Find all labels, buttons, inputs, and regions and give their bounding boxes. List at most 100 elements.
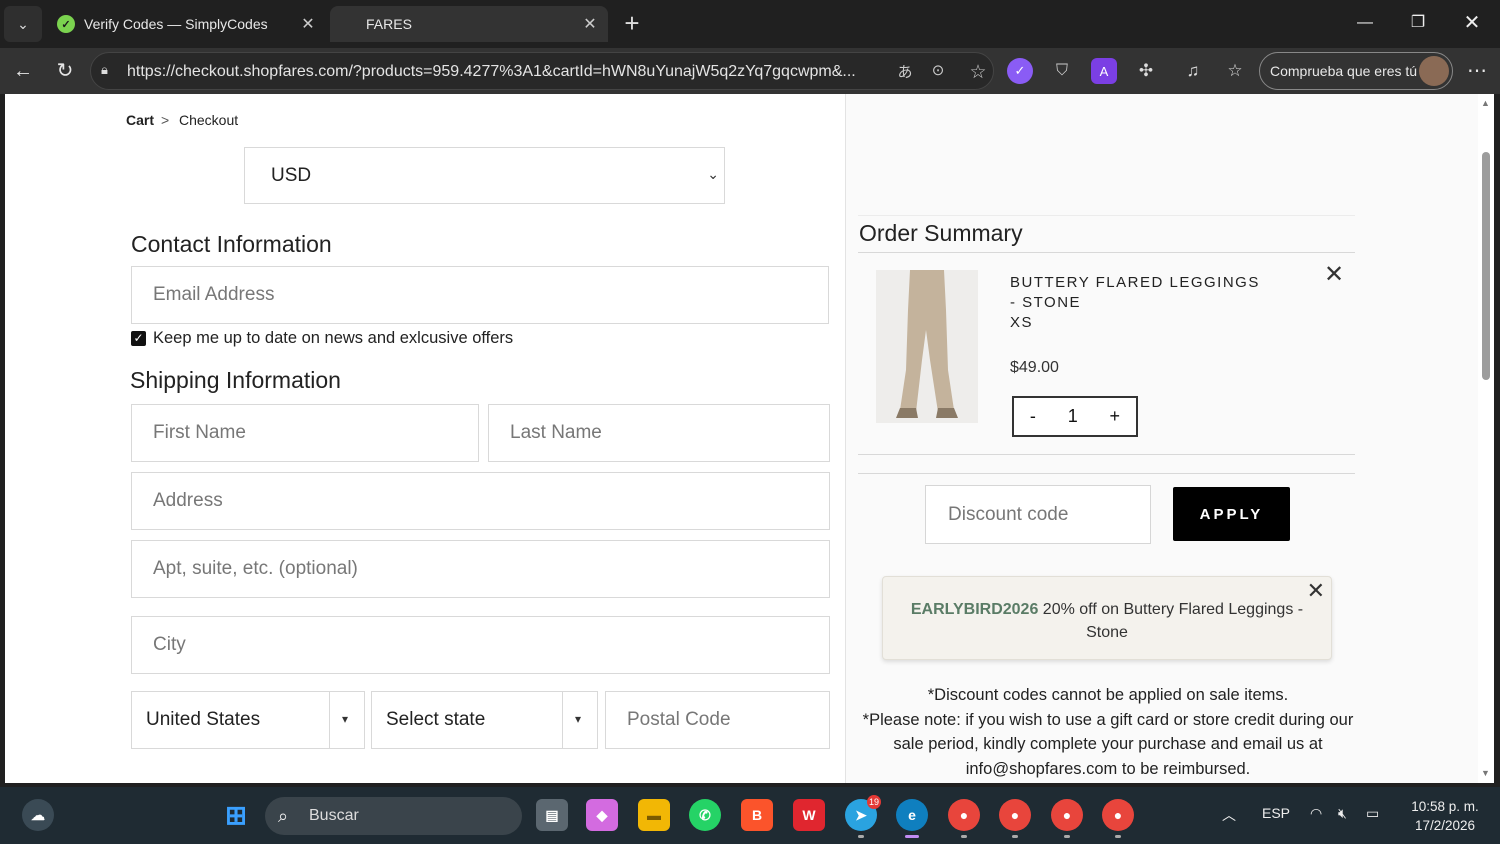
language-indicator[interactable]: ESP bbox=[1262, 805, 1290, 821]
settings-more-icon[interactable]: ⋯ bbox=[1462, 56, 1492, 86]
remove-item-close-icon[interactable]: ✕ bbox=[1324, 260, 1344, 289]
first-name-field[interactable]: First Name bbox=[131, 404, 479, 462]
close-tab-icon[interactable]: ✕ bbox=[578, 14, 602, 34]
extension-a-icon[interactable]: A bbox=[1091, 58, 1117, 84]
apt-field[interactable]: Apt, suite, etc. (optional) bbox=[131, 540, 830, 598]
profile-button[interactable]: Comprueba que eres tú bbox=[1259, 52, 1453, 90]
divider bbox=[858, 454, 1355, 455]
tab-fares[interactable]: FARES ✕ bbox=[330, 6, 608, 42]
translate-icon[interactable]: あ bbox=[893, 61, 917, 83]
close-window-button[interactable]: ✕ bbox=[1452, 8, 1492, 38]
taskbar: ☁ ⊞ ⌕ Buscar ▤ ◆ ▬ ✆ B W ➤ 19 e ● ● ● ● ︿… bbox=[0, 787, 1500, 844]
chrome-icon[interactable]: ● bbox=[948, 799, 980, 838]
city-placeholder: City bbox=[153, 634, 186, 655]
toolbar: ← ↻ 🔒︎ https://checkout.shopfares.com/?p… bbox=[0, 48, 1500, 94]
scrollbar-thumb[interactable] bbox=[1482, 152, 1490, 380]
task-view-icon[interactable]: ▤ bbox=[536, 799, 568, 831]
running-indicator bbox=[858, 835, 864, 838]
favorites-icon[interactable]: ☆ bbox=[1222, 58, 1248, 84]
email-field[interactable]: Email Address bbox=[131, 266, 829, 324]
avatar bbox=[1419, 56, 1449, 86]
newsletter-checkbox[interactable]: ✓ bbox=[131, 331, 146, 346]
running-indicator bbox=[1012, 835, 1018, 838]
increase-quantity-button[interactable]: + bbox=[1110, 406, 1121, 427]
quantity-stepper: - 1 + bbox=[1012, 396, 1138, 437]
telegram-icon[interactable]: ➤ 19 bbox=[845, 795, 881, 838]
close-tab-icon[interactable]: ✕ bbox=[296, 14, 320, 34]
back-icon[interactable]: ← bbox=[8, 56, 38, 86]
brave-icon[interactable]: B bbox=[741, 799, 773, 831]
apply-button[interactable]: APPLY bbox=[1173, 487, 1290, 541]
chrome-icon[interactable]: ● bbox=[1051, 799, 1083, 838]
whatsapp-icon[interactable]: ✆ bbox=[689, 799, 721, 831]
shield-icon[interactable]: ⛉ bbox=[1049, 58, 1075, 84]
tab-simplycodes[interactable]: ✓ Verify Codes — SimplyCodes ✕ bbox=[48, 6, 326, 42]
state-select[interactable]: Select state ▾ bbox=[371, 691, 598, 749]
order-summary-title: Order Summary bbox=[859, 220, 1023, 246]
city-field[interactable]: City bbox=[131, 616, 830, 674]
media-control-icon[interactable]: ♫ bbox=[1180, 58, 1206, 84]
url-text[interactable]: https://checkout.shopfares.com/?products… bbox=[127, 63, 879, 81]
email-placeholder: Email Address bbox=[153, 284, 275, 305]
close-promo-icon[interactable]: ✕ bbox=[1307, 579, 1325, 602]
running-indicator bbox=[961, 835, 967, 838]
page-content: Cart > Checkout USD ⌄ Contact Informatio… bbox=[5, 94, 1478, 783]
battery-icon[interactable]: ▭ bbox=[1366, 805, 1379, 822]
breadcrumb-checkout: Checkout bbox=[179, 112, 239, 128]
chrome-icon[interactable]: ● bbox=[1102, 799, 1134, 838]
country-select[interactable]: United States ▾ bbox=[131, 691, 365, 749]
postal-code-field[interactable]: Postal Code bbox=[605, 691, 830, 749]
decrease-quantity-button[interactable]: - bbox=[1030, 406, 1036, 427]
edge-browser-icon[interactable]: e bbox=[896, 799, 928, 838]
taskbar-search[interactable]: ⌕ Buscar bbox=[265, 797, 522, 835]
dropdown-caret-icon: ▾ bbox=[575, 712, 582, 726]
address-field[interactable]: Address bbox=[131, 472, 830, 530]
clock[interactable]: 10:58 p. m. 17/2/2026 bbox=[1400, 797, 1490, 835]
new-tab-button[interactable]: + bbox=[618, 10, 646, 38]
running-indicator bbox=[1064, 835, 1070, 838]
discount-code-input[interactable]: Discount code bbox=[925, 485, 1151, 544]
page-scrollbar[interactable]: ▲ ▼ bbox=[1478, 94, 1494, 783]
note-line: *Please note: if you wish to use a gift … bbox=[862, 710, 1354, 778]
extensions-puzzle-icon[interactable]: ✣ bbox=[1133, 58, 1159, 84]
running-indicator bbox=[1115, 835, 1121, 838]
select-divider bbox=[329, 692, 330, 748]
apt-placeholder: Apt, suite, etc. (optional) bbox=[153, 558, 358, 579]
address-bar[interactable]: 🔒︎ https://checkout.shopfares.com/?produ… bbox=[90, 52, 994, 90]
file-explorer-icon[interactable]: ▬ bbox=[638, 799, 670, 831]
product-image bbox=[876, 270, 978, 423]
currency-select[interactable]: USD ⌄ bbox=[244, 147, 725, 204]
copilot-icon[interactable]: ◆ bbox=[586, 799, 618, 831]
weather-icon[interactable]: ☁ bbox=[22, 799, 54, 831]
chevron-down-icon: ⌄ bbox=[707, 166, 719, 182]
promo-suggestion[interactable]: EARLYBIRD2026 20% off on Buttery Flared … bbox=[882, 576, 1332, 660]
wifi-icon[interactable]: ◠ bbox=[1310, 805, 1322, 822]
divider bbox=[858, 252, 1355, 253]
scroll-down-icon[interactable]: ▼ bbox=[1481, 768, 1490, 778]
tab-bar: ⌄ ✓ Verify Codes — SimplyCodes ✕ FARES ✕… bbox=[0, 0, 1500, 48]
contact-title: Contact Information bbox=[131, 231, 332, 257]
simplycodes-favicon-icon: ✓ bbox=[57, 15, 75, 33]
chevron-up-icon[interactable]: ︿ bbox=[1222, 805, 1236, 825]
more-actions-icon[interactable]: ⊙ bbox=[926, 61, 950, 83]
last-name-field[interactable]: Last Name bbox=[488, 404, 830, 462]
restore-button[interactable]: ❐ bbox=[1398, 8, 1438, 38]
select-divider bbox=[562, 692, 563, 748]
wps-office-icon[interactable]: W bbox=[793, 799, 825, 831]
breadcrumb-separator: > bbox=[161, 112, 170, 128]
quantity-value[interactable]: 1 bbox=[1068, 406, 1078, 427]
extension-icon[interactable]: ✓ bbox=[1007, 58, 1033, 84]
favorite-star-icon[interactable]: ☆ bbox=[966, 61, 990, 83]
start-windows-icon[interactable]: ⊞ bbox=[220, 799, 252, 831]
breadcrumb-cart[interactable]: Cart bbox=[126, 112, 154, 128]
lock-icon[interactable]: 🔒︎ bbox=[101, 62, 117, 80]
tab-actions-menu[interactable]: ⌄ bbox=[4, 6, 42, 42]
discount-notes: *Discount codes cannot be applied on sal… bbox=[858, 683, 1358, 781]
shipping-title: Shipping Information bbox=[130, 367, 341, 393]
minimize-button[interactable]: — bbox=[1345, 8, 1385, 38]
chrome-icon[interactable]: ● bbox=[999, 799, 1031, 838]
refresh-icon[interactable]: ↻ bbox=[50, 56, 80, 86]
volume-muted-icon[interactable]: 🔇︎ bbox=[1338, 805, 1347, 822]
search-icon: ⌕ bbox=[278, 806, 289, 826]
scroll-up-icon[interactable]: ▲ bbox=[1481, 98, 1490, 108]
